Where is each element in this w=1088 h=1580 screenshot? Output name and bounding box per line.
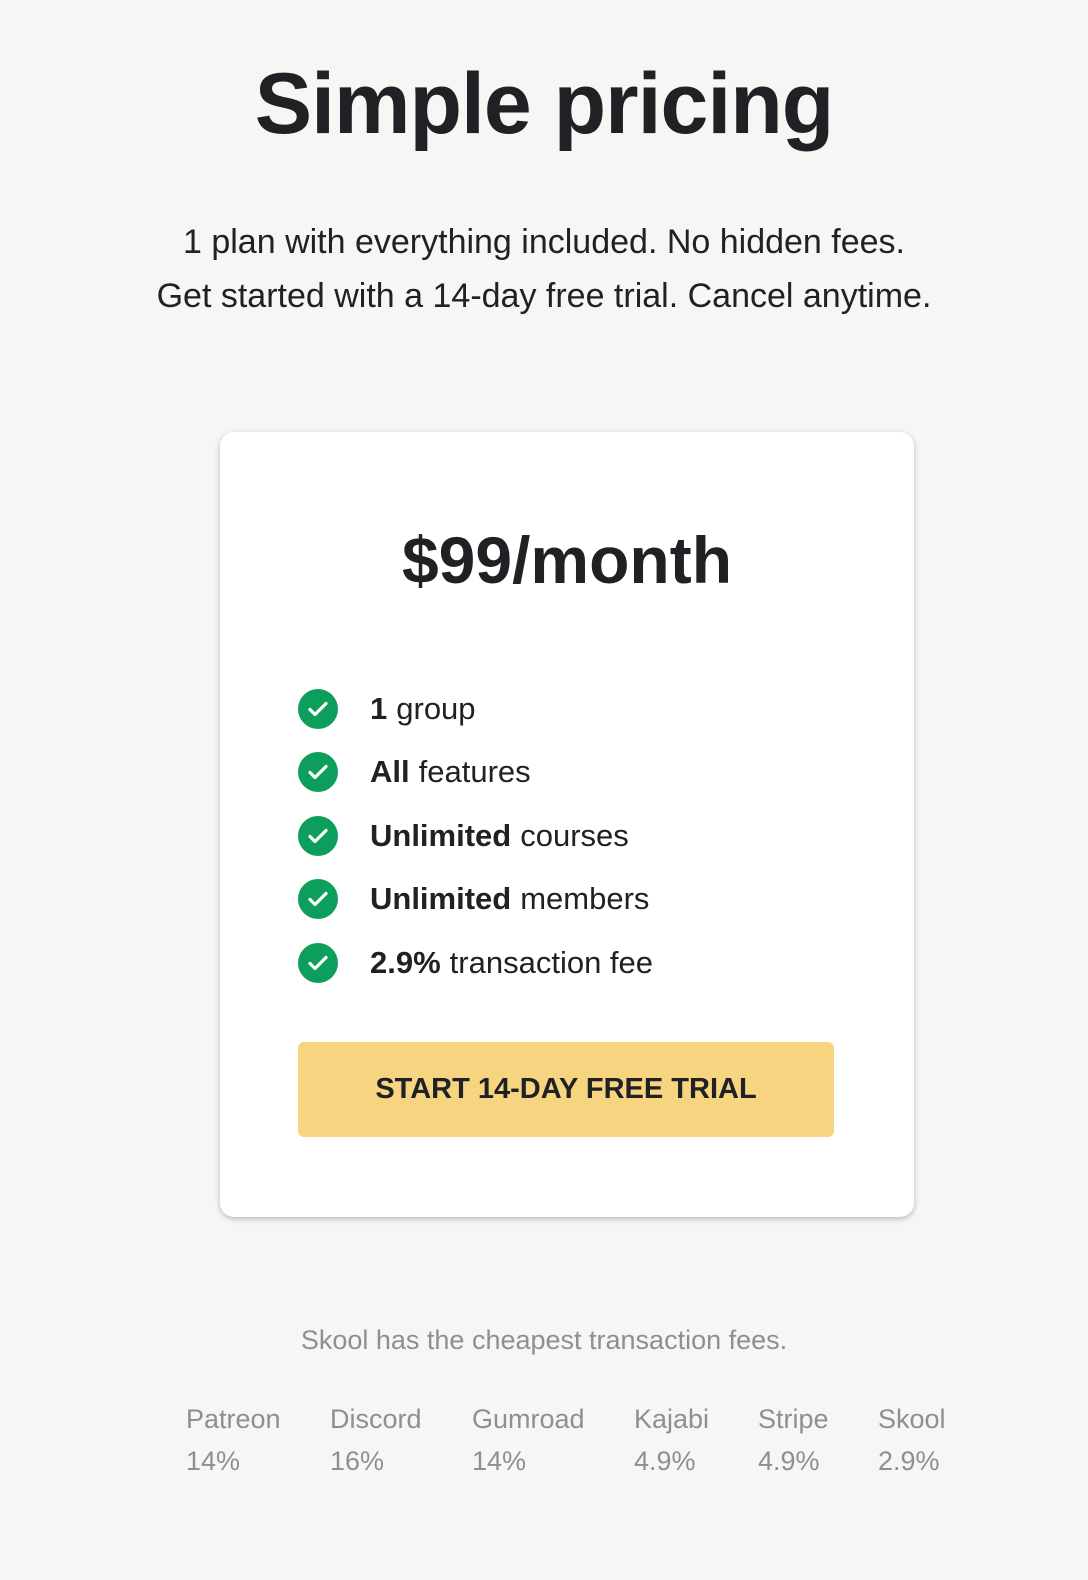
platform-fee: Patreon 14% xyxy=(186,1398,281,1482)
feature-bold: 1 xyxy=(370,690,388,726)
subtitle-line-2: Get started with a 14-day free trial. Ca… xyxy=(156,277,932,315)
platform-fee-value: 4.9% xyxy=(634,1446,696,1476)
platform-fee: Gumroad 14% xyxy=(472,1398,585,1482)
page-title: Simple pricing xyxy=(254,56,835,152)
platform-fee-value: 14% xyxy=(186,1446,241,1476)
feature-item: 2.9% transaction fee xyxy=(298,931,653,995)
platform-fee-value: 2.9% xyxy=(878,1446,940,1476)
check-circle-icon xyxy=(298,815,338,856)
feature-bold: Unlimited xyxy=(370,881,512,917)
feature-text: transaction fee xyxy=(449,944,654,980)
feature-item: 1 group xyxy=(298,677,653,741)
platform-fee: Skool 2.9% xyxy=(878,1398,946,1482)
feature-item: Unlimited members xyxy=(298,868,653,932)
platform-fee: Discord 16% xyxy=(330,1398,422,1482)
feature-text: members xyxy=(520,881,650,917)
feature-bold: All xyxy=(370,754,410,790)
start-trial-button[interactable]: START 14-DAY FREE TRIAL xyxy=(298,1042,834,1137)
feature-list: 1 group All features Unlimited courses Unli… xyxy=(298,677,653,995)
platform-fee-value: 14% xyxy=(472,1446,527,1476)
platform-fee: Kajabi 4.9% xyxy=(634,1398,709,1482)
platform-name: Discord xyxy=(330,1404,422,1434)
platform-name: Patreon xyxy=(186,1404,281,1434)
feature-text: courses xyxy=(520,817,629,853)
platform-name: Kajabi xyxy=(634,1404,710,1434)
feature-text: features xyxy=(418,754,531,790)
platform-fee-value: 4.9% xyxy=(758,1446,820,1476)
feature-text: group xyxy=(396,690,476,726)
check-circle-icon xyxy=(298,942,338,983)
check-circle-icon xyxy=(298,879,338,920)
feature-item: Unlimited courses xyxy=(298,804,653,868)
pricing-card: $99/month 1 group All features Unlimited co… xyxy=(220,432,914,1217)
platform-name: Skool xyxy=(878,1404,946,1434)
check-circle-icon xyxy=(298,752,338,793)
fees-note: Skool has the cheapest transaction fees. xyxy=(300,1325,788,1355)
platform-name: Gumroad xyxy=(472,1404,585,1434)
check-circle-icon xyxy=(298,688,338,729)
plan-price: $99/month xyxy=(401,523,733,597)
platform-name: Stripe xyxy=(758,1404,829,1434)
subtitle: 1 plan with everything included. No hidd… xyxy=(0,215,1088,323)
platform-fee-value: 16% xyxy=(330,1446,385,1476)
feature-bold: Unlimited xyxy=(370,817,512,853)
platform-fee: Stripe 4.9% xyxy=(758,1398,829,1482)
feature-bold: 2.9% xyxy=(370,944,441,980)
feature-item: All features xyxy=(298,741,653,805)
subtitle-line-1: 1 plan with everything included. No hidd… xyxy=(182,223,906,261)
